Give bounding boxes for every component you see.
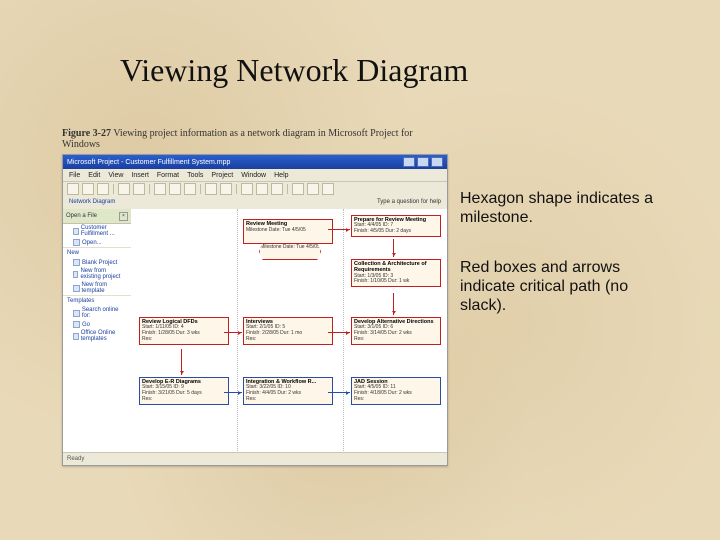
node-analysis[interactable]: Collection & Architecture of Requirement… [351, 259, 441, 287]
node-res: Res: [246, 337, 330, 343]
arrow-down-icon [181, 349, 182, 375]
tool-separator [149, 184, 150, 194]
pane-header: Open a File × [63, 209, 131, 224]
node-line: Finish: 1/10/05 Dur: 1 wk [354, 279, 438, 285]
tool-split-icon[interactable] [271, 183, 283, 195]
node-interviews[interactable]: Interviews Start: 2/1/05 ID: 5 Finish: 2… [243, 317, 333, 345]
node-er-diagrams[interactable]: Develop E-R Diagrams Start: 3/15/05 ID: … [139, 377, 229, 405]
help-prompt[interactable]: Type a question for help [377, 199, 441, 205]
tool-group-icon[interactable] [322, 183, 334, 195]
node-prep-review[interactable]: Prepare for Review Meeting Start: 4/4/05… [351, 215, 441, 237]
menu-project[interactable]: Project [211, 172, 233, 179]
titlebar: Microsoft Project - Customer Fulfillment… [63, 155, 447, 169]
pane-office-online[interactable]: Office Online templates [63, 329, 131, 343]
status-text: Ready [67, 456, 84, 462]
tool-copy-icon[interactable] [169, 183, 181, 195]
node-develop-alt[interactable]: Develop Alternative Directions Start: 3/… [351, 317, 441, 345]
tool-goto-icon[interactable] [307, 183, 319, 195]
arrow-icon [328, 229, 350, 230]
node-title: Collection & Architecture of Requirement… [354, 261, 438, 274]
arrow-down-icon [393, 293, 394, 315]
arrow-icon [328, 332, 350, 333]
tool-preview-icon[interactable] [133, 183, 145, 195]
pane-from-existing[interactable]: New from existing project [63, 267, 131, 281]
close-button[interactable] [431, 157, 443, 167]
node-res: Res: [354, 397, 438, 403]
network-diagram-label: Network Diagram [69, 199, 115, 205]
figure-label: Figure 3-27 [62, 128, 111, 139]
arrow-icon [224, 392, 242, 393]
status-bar: Ready [63, 452, 447, 465]
window-buttons [403, 157, 443, 167]
tool-zoom-icon[interactable] [292, 183, 304, 195]
network-diagram-canvas[interactable]: Review Meeting Milestone Date: Tue 4/5/0… [131, 209, 447, 453]
tool-separator [113, 184, 114, 194]
tool-link-icon[interactable] [241, 183, 253, 195]
menu-help[interactable]: Help [274, 172, 288, 179]
node-integration[interactable]: Integration & Workflow R... Start: 3/22/… [243, 377, 333, 405]
pane-section-templates: Templates [63, 295, 131, 306]
node-line: Finish: 4/5/05 Dur: 2 days [354, 229, 438, 235]
figure-block: Figure 3-27 Viewing project information … [62, 128, 446, 466]
arrow-icon [224, 332, 242, 333]
formula-bar: Network Diagram Type a question for help [63, 195, 447, 210]
node-res: Res: [246, 397, 330, 403]
figure-caption-text: Viewing project information as a network… [62, 128, 413, 150]
tool-unlink-icon[interactable] [256, 183, 268, 195]
menu-window[interactable]: Window [241, 172, 266, 179]
tool-redo-icon[interactable] [220, 183, 232, 195]
node-res: Res: [354, 337, 438, 343]
annotation-hexagon: Hexagon shape indicates a milestone. [460, 189, 670, 227]
window-title: Microsoft Project - Customer Fulfillment… [67, 159, 230, 166]
menu-view[interactable]: View [108, 172, 123, 179]
menu-insert[interactable]: Insert [131, 172, 149, 179]
node-res: Res: [142, 397, 226, 403]
node-jad[interactable]: JAD Session Start: 4/5/05 ID: 11 Finish:… [351, 377, 441, 405]
pane-from-template[interactable]: New from template [63, 281, 131, 295]
arrow-icon [328, 392, 350, 393]
node-review-logic[interactable]: Review Logical DFDs Start: 1/11/05 ID: 4… [139, 317, 229, 345]
menu-file[interactable]: File [69, 172, 80, 179]
pane-go[interactable]: Go [63, 320, 131, 329]
menubar: File Edit View Insert Format Tools Proje… [63, 169, 447, 182]
tool-separator [287, 184, 288, 194]
tool-open-icon[interactable] [82, 183, 94, 195]
pane-open[interactable]: Open... [63, 238, 131, 247]
ms-project-window: Microsoft Project - Customer Fulfillment… [62, 154, 448, 466]
arrow-down-icon [393, 239, 394, 257]
page-divider [343, 209, 344, 453]
annotation-critical-path: Red boxes and arrows indicate critical p… [460, 258, 670, 316]
tool-new-icon[interactable] [67, 183, 79, 195]
minimize-button[interactable] [403, 157, 415, 167]
tool-undo-icon[interactable] [205, 183, 217, 195]
tool-separator [236, 184, 237, 194]
pane-title: Open a File [66, 213, 97, 219]
tool-cut-icon[interactable] [154, 183, 166, 195]
tool-separator [200, 184, 201, 194]
milestone-hexagon[interactable]: Milestone Date: Tue 4/5/05 [259, 243, 321, 260]
task-pane: Open a File × Customer Fulfillment ... O… [63, 209, 132, 453]
node-review-meeting[interactable]: Review Meeting Milestone Date: Tue 4/5/0… [243, 219, 333, 244]
pane-recent-file[interactable]: Customer Fulfillment ... [63, 224, 131, 238]
node-line: Milestone Date: Tue 4/5/05 [246, 227, 330, 242]
menu-format[interactable]: Format [157, 172, 179, 179]
menu-edit[interactable]: Edit [88, 172, 100, 179]
tool-print-icon[interactable] [118, 183, 130, 195]
menu-tools[interactable]: Tools [187, 172, 203, 179]
figure-caption: Figure 3-27 Viewing project information … [62, 128, 446, 150]
pane-close-icon[interactable]: × [119, 212, 128, 221]
slide-title: Viewing Network Diagram [120, 52, 468, 89]
tool-paste-icon[interactable] [184, 183, 196, 195]
maximize-button[interactable] [417, 157, 429, 167]
pane-search[interactable]: Search online for: [63, 306, 131, 320]
tool-save-icon[interactable] [97, 183, 109, 195]
node-res: Res: [142, 337, 226, 343]
pane-blank[interactable]: Blank Project [63, 258, 131, 267]
pane-section-new: New [63, 247, 131, 258]
